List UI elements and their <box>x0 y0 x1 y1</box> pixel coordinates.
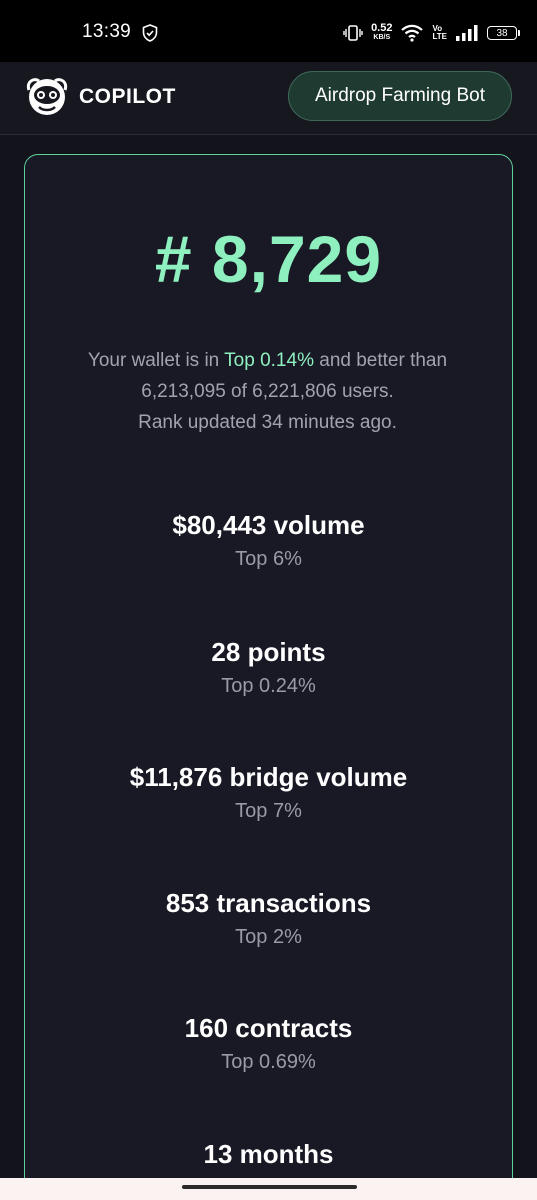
rank-summary: Your wallet is in Top 0.14% and better t… <box>45 345 490 438</box>
rank-card: # 8,729 Your wallet is in Top 0.14% and … <box>24 154 513 1200</box>
home-handle[interactable] <box>182 1185 357 1189</box>
network-speed-unit: KB/S <box>373 34 391 41</box>
rank-number: # 8,729 <box>154 222 383 296</box>
stat-value: $11,876 bridge volume <box>129 762 408 792</box>
stat-value: 28 points <box>211 637 326 667</box>
signal-icon <box>456 25 478 41</box>
stat-rank: Top 0.24% <box>221 675 316 697</box>
status-time: 13:39 <box>82 21 132 42</box>
status-icons: 0.52 KB/S Vo LTE 38 <box>343 22 520 44</box>
stat-volume: $80,443 volume Top 6% <box>25 509 512 573</box>
stat-points: 28 points Top 0.24% <box>25 636 512 700</box>
stat-contracts: 160 contracts Top 0.69% <box>25 1012 512 1076</box>
stat-months: 13 months <box>25 1138 512 1170</box>
stat-value: $80,443 volume <box>172 510 365 540</box>
stat-transactions: 853 transactions Top 2% <box>25 887 512 951</box>
stat-rank: Top 7% <box>235 800 302 822</box>
wifi-icon <box>401 24 424 42</box>
volte-bottom: LTE <box>432 32 447 41</box>
volte-indicator: Vo LTE <box>432 25 447 41</box>
network-speed-value: 0.52 <box>371 22 393 34</box>
brand-name: COPILOT <box>79 85 176 108</box>
stat-rank: Top 2% <box>235 926 302 948</box>
battery-level: 38 <box>496 27 508 39</box>
vibrate-icon <box>343 25 363 41</box>
stat-value: 160 contracts <box>184 1013 353 1043</box>
gesture-nav-bar <box>0 1178 537 1200</box>
stat-value: 853 transactions <box>165 888 372 918</box>
copilot-logo[interactable] <box>24 76 70 118</box>
stat-rank: Top 6% <box>235 548 302 570</box>
network-speed: 0.52 KB/S <box>371 22 393 42</box>
battery-icon: 38 <box>487 26 520 40</box>
rank-updated-text: Rank updated 34 minutes ago. <box>138 412 397 433</box>
shield-icon <box>142 24 158 42</box>
stat-bridge-volume: $11,876 bridge volume Top 7% <box>25 761 512 825</box>
summary-text-1: Your wallet is in <box>87 350 225 371</box>
stat-rank: Top 0.69% <box>221 1051 316 1073</box>
summary-top-percent: Top 0.14% <box>224 350 314 371</box>
status-bar: 13:39 0.52 KB/S Vo LTE 38 <box>0 0 537 62</box>
screen: 13:39 0.52 KB/S Vo LTE 38 COPILOT Airdro… <box>0 0 537 1200</box>
stat-value: 13 months <box>203 1139 334 1169</box>
app-header: COPILOT Airdrop Farming Bot <box>0 62 537 135</box>
airdrop-farming-bot-button[interactable]: Airdrop Farming Bot <box>288 71 512 121</box>
